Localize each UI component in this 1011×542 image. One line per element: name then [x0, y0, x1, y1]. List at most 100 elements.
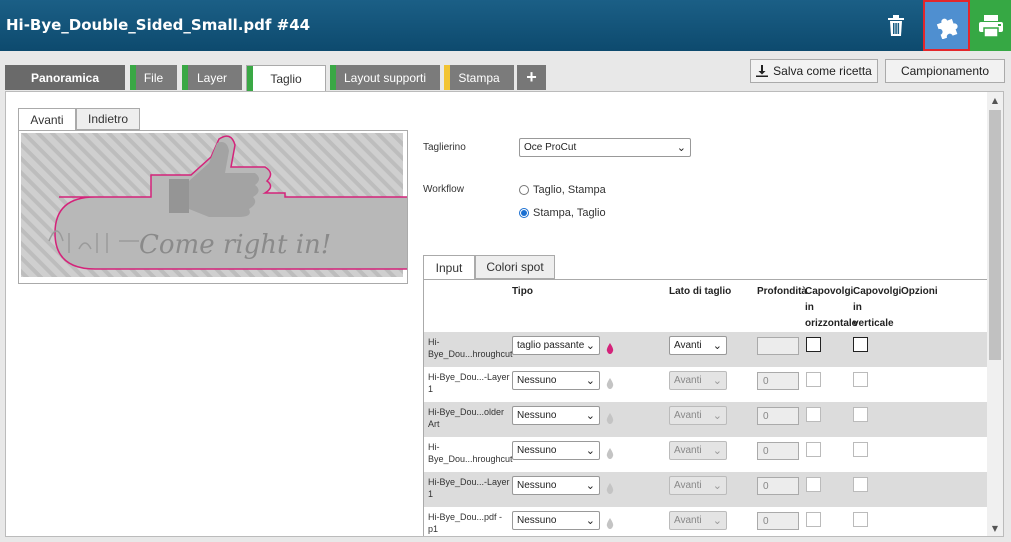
table-row: Hi-Bye_Dou...older Art Nessuno ⌄ Avanti ⌄ 0 [424, 402, 989, 437]
flip-horizontal-checkbox[interactable] [806, 442, 821, 457]
tab-layer[interactable]: Layer [182, 65, 242, 90]
cut-type-select[interactable]: Nessuno ⌄ [512, 511, 600, 530]
column-header-flip-horizontal: Capovolgi in orizzontale [805, 286, 858, 329]
tab-label: Layout supporti [343, 70, 427, 85]
add-tab-button[interactable]: + [517, 65, 546, 90]
tab-layout-supporti[interactable]: Layout supporti [330, 65, 440, 90]
cut-type-value: Nessuno [517, 375, 557, 386]
flip-vertical-checkbox[interactable] [853, 407, 868, 422]
flip-vertical-checkbox[interactable] [853, 477, 868, 492]
plus-icon: + [526, 67, 537, 87]
tab-status-strip [444, 65, 450, 90]
flip-horizontal-checkbox[interactable] [806, 337, 821, 352]
print-button[interactable] [970, 0, 1011, 51]
scroll-up-icon[interactable]: ▲ [987, 92, 1003, 108]
document-title: Hi-Bye_Double_Sided_Small.pdf #44 [6, 16, 311, 34]
cut-type-select[interactable]: Nessuno ⌄ [512, 441, 600, 460]
tab-file[interactable]: File [130, 65, 177, 90]
sampling-label: Campionamento [900, 64, 990, 78]
tab-colori-spot[interactable]: Colori spot [475, 255, 555, 279]
workflow-option-print-cut[interactable]: Stampa, Taglio [519, 207, 606, 219]
delete-button[interactable] [878, 0, 914, 51]
cut-type-value: Nessuno [517, 480, 557, 491]
chevron-down-icon: ⌄ [585, 340, 595, 352]
save-recipe-button[interactable]: Salva come ricetta [750, 59, 878, 83]
scroll-down-icon[interactable]: ▼ [987, 520, 1003, 536]
depth-input[interactable]: 0 [757, 442, 799, 460]
flip-horizontal-checkbox[interactable] [806, 407, 821, 422]
ink-drop-icon [606, 343, 614, 354]
puzzle-icon [936, 18, 958, 39]
depth-input[interactable]: 0 [757, 512, 799, 530]
cut-side-select[interactable]: Avanti ⌄ [669, 476, 727, 495]
radio-label: Taglio, Stampa [533, 184, 606, 196]
tab-status-strip [182, 65, 188, 90]
cut-type-select[interactable]: Nessuno ⌄ [512, 476, 600, 495]
save-recipe-label: Salva come ricetta [773, 64, 872, 78]
cut-side-select[interactable]: Avanti ⌄ [669, 406, 727, 425]
tab-label: Taglio [270, 72, 302, 86]
cut-side-value: Avanti [674, 375, 702, 386]
tab-input[interactable]: Input [423, 255, 475, 280]
cutter-label: Taglierino [423, 142, 466, 153]
table-row: Hi-Bye_Dou...-Layer 1 Nessuno ⌄ Avanti ⌄ 0 [424, 472, 989, 507]
plugins-button[interactable] [923, 0, 970, 51]
workflow-option-cut-print[interactable]: Taglio, Stampa [519, 184, 606, 196]
preview-tab-back[interactable]: Indietro [76, 108, 140, 130]
cut-type-value: taglio passante [517, 340, 585, 351]
cut-type-value: Nessuno [517, 515, 557, 526]
ink-drop-icon [606, 448, 614, 459]
chevron-down-icon: ⌄ [585, 375, 595, 387]
flip-horizontal-checkbox[interactable] [806, 477, 821, 492]
cut-type-select[interactable]: taglio passante ⌄ [512, 336, 600, 355]
printer-icon [978, 14, 1003, 38]
trash-icon [888, 14, 904, 36]
layer-name: Hi-Bye_Dou...older Art [428, 407, 505, 429]
table-row: Hi-Bye_Dou...pdf - p1 Nessuno ⌄ Avanti ⌄ 0 [424, 507, 989, 536]
table-row: Hi-Bye_Dou...hroughcut taglio passante ⌄ Av… [424, 332, 989, 367]
chevron-down-icon: ⌄ [712, 445, 722, 457]
cut-side-select[interactable]: Avanti ⌄ [669, 511, 727, 530]
cut-type-select[interactable]: Nessuno ⌄ [512, 371, 600, 390]
tab-status-strip [247, 66, 253, 92]
cut-type-select[interactable]: Nessuno ⌄ [512, 406, 600, 425]
cut-side-select[interactable]: Avanti ⌄ [669, 441, 727, 460]
tab-label: Colori spot [486, 260, 544, 274]
chevron-down-icon: ⌄ [712, 410, 722, 422]
tab-status-strip [330, 65, 336, 90]
chevron-down-icon: ⌄ [712, 480, 722, 492]
preview-area: Come right in! [18, 130, 456, 284]
flip-horizontal-checkbox[interactable] [806, 512, 821, 527]
column-header-flip-vertical: Capovolgi in verticale [853, 286, 902, 329]
flip-horizontal-checkbox[interactable] [806, 372, 821, 387]
ink-drop-icon [606, 518, 614, 529]
radio-label: Stampa, Taglio [533, 207, 606, 219]
layer-name: Hi-Bye_Dou...hroughcut [428, 337, 513, 359]
layer-name: Hi-Bye_Dou...pdf - p1 [428, 512, 503, 534]
tab-status-strip [130, 65, 136, 90]
cut-side-select[interactable]: Avanti ⌄ [669, 371, 727, 390]
tab-stampa[interactable]: Stampa [444, 65, 514, 90]
cut-side-select[interactable]: Avanti ⌄ [669, 336, 727, 355]
tab-taglio[interactable]: Taglio [246, 65, 326, 92]
tab-bar: Panoramica File Layer Taglio Layout supp… [0, 51, 1011, 92]
preview-tab-front[interactable]: Avanti [18, 108, 76, 131]
scrollbar-thumb[interactable] [989, 110, 1001, 360]
flip-vertical-checkbox[interactable] [853, 512, 868, 527]
flip-vertical-checkbox[interactable] [853, 372, 868, 387]
depth-input[interactable]: 0 [757, 407, 799, 425]
column-header-opzioni: Opzioni [901, 286, 938, 297]
cutter-select[interactable]: Oce ProCut ⌄ [519, 138, 691, 157]
header-bar: Hi-Bye_Double_Sided_Small.pdf #44 [0, 0, 1011, 51]
flip-vertical-checkbox[interactable] [853, 442, 868, 457]
tab-panoramica[interactable]: Panoramica [5, 65, 125, 90]
tab-label: Stampa [458, 70, 500, 85]
sampling-button[interactable]: Campionamento [885, 59, 1005, 83]
chevron-down-icon: ⌄ [585, 410, 595, 422]
depth-input[interactable]: 0 [757, 477, 799, 495]
depth-input[interactable]: 0 [757, 372, 799, 390]
cut-panel: Avanti Indietro Come right in! Taglierin… [5, 91, 1004, 537]
flip-vertical-checkbox[interactable] [853, 337, 868, 352]
vertical-scrollbar[interactable]: ▲ ▼ [987, 92, 1003, 536]
depth-input[interactable] [757, 337, 799, 355]
